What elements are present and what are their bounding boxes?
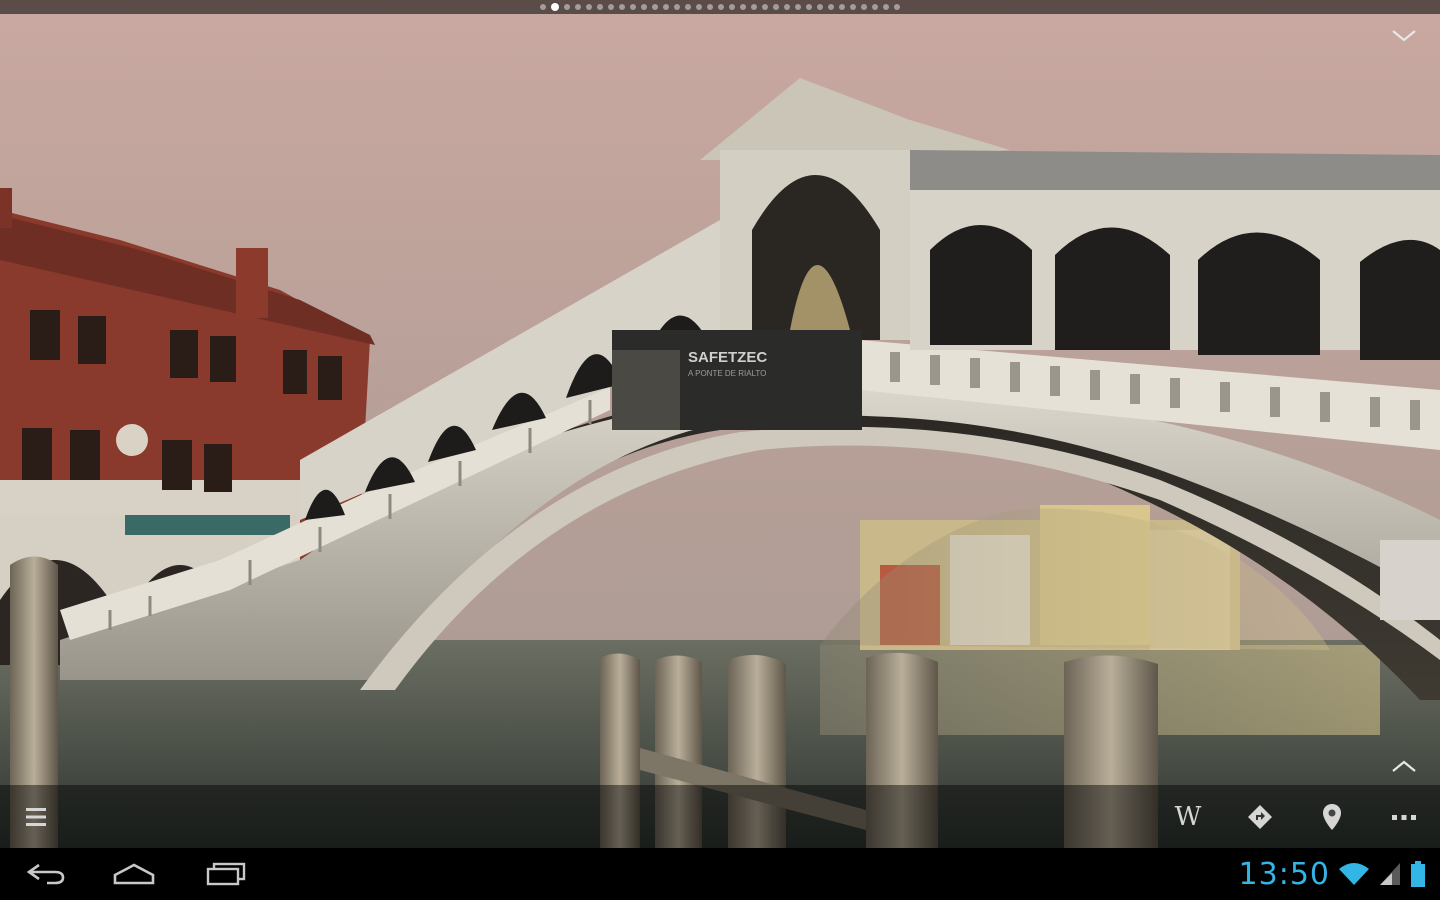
page-indicator-dot[interactable] bbox=[718, 4, 724, 10]
page-indicator-dot[interactable] bbox=[619, 4, 625, 10]
page-indicator-dot[interactable] bbox=[883, 4, 889, 10]
page-indicator-dot[interactable] bbox=[817, 4, 823, 10]
back-button[interactable] bbox=[18, 856, 74, 892]
chevron-down-icon bbox=[1392, 30, 1416, 42]
page-indicator bbox=[0, 0, 1440, 14]
location-button[interactable] bbox=[1310, 795, 1354, 839]
page-indicator-dot[interactable] bbox=[762, 4, 768, 10]
directions-icon bbox=[1248, 805, 1272, 829]
page-indicator-dot[interactable] bbox=[652, 4, 658, 10]
back-icon bbox=[26, 863, 65, 885]
page-indicator-dot[interactable] bbox=[839, 4, 845, 10]
battery-icon bbox=[1411, 861, 1425, 887]
overflow-icon bbox=[1392, 815, 1416, 820]
photo-canvas: SAFETZEC A PONTE DE RIALTO bbox=[0, 0, 1440, 848]
indicator-dots bbox=[540, 3, 900, 11]
page-indicator-dot[interactable] bbox=[586, 4, 592, 10]
directions-button[interactable] bbox=[1238, 795, 1282, 839]
page-indicator-dot[interactable] bbox=[740, 4, 746, 10]
page-indicator-dot[interactable] bbox=[575, 4, 581, 10]
clock: 13:50 bbox=[1238, 856, 1330, 892]
page-indicator-dot[interactable] bbox=[597, 4, 603, 10]
page-indicator-dot[interactable] bbox=[795, 4, 801, 10]
page-indicator-dot[interactable] bbox=[551, 3, 559, 11]
page-indicator-dot[interactable] bbox=[894, 4, 900, 10]
overflow-button[interactable] bbox=[1382, 795, 1426, 839]
home-button[interactable] bbox=[106, 856, 162, 892]
page-indicator-dot[interactable] bbox=[872, 4, 878, 10]
recents-icon bbox=[206, 862, 246, 886]
page-indicator-dot[interactable] bbox=[608, 4, 614, 10]
signal-icon bbox=[1380, 863, 1400, 885]
wikipedia-button[interactable]: W bbox=[1166, 795, 1210, 839]
page-indicator-dot[interactable] bbox=[696, 4, 702, 10]
page-indicator-dot[interactable] bbox=[707, 4, 713, 10]
wallpaper-viewer: SAFETZEC A PONTE DE RIALTO W 13:50 bbox=[0, 0, 1440, 900]
page-indicator-dot[interactable] bbox=[850, 4, 856, 10]
page-indicator-dot[interactable] bbox=[641, 4, 647, 10]
page-indicator-dot[interactable] bbox=[861, 4, 867, 10]
page-indicator-dot[interactable] bbox=[773, 4, 779, 10]
wifi-icon bbox=[1339, 863, 1369, 885]
collapse-button[interactable] bbox=[1388, 24, 1420, 48]
page-indicator-dot[interactable] bbox=[828, 4, 834, 10]
recents-button[interactable] bbox=[198, 856, 254, 892]
location-pin-icon bbox=[1323, 804, 1341, 830]
page-indicator-dot[interactable] bbox=[729, 4, 735, 10]
page-indicator-dot[interactable] bbox=[685, 4, 691, 10]
chevron-up-icon bbox=[1392, 760, 1416, 772]
banner-title: SAFETZEC bbox=[688, 349, 767, 366]
page-indicator-dot[interactable] bbox=[663, 4, 669, 10]
menu-icon bbox=[26, 808, 46, 826]
system-navigation-bar: 13:50 bbox=[0, 848, 1440, 900]
page-indicator-dot[interactable] bbox=[806, 4, 812, 10]
page-indicator-dot[interactable] bbox=[540, 4, 546, 10]
menu-button[interactable] bbox=[18, 799, 54, 835]
page-indicator-dot[interactable] bbox=[751, 4, 757, 10]
home-icon bbox=[113, 863, 155, 885]
page-indicator-dot[interactable] bbox=[674, 4, 680, 10]
photo-rialto-bridge[interactable]: SAFETZEC A PONTE DE RIALTO bbox=[0, 0, 1440, 848]
wikipedia-icon: W bbox=[1174, 802, 1202, 832]
app-toolbar: W bbox=[0, 785, 1440, 848]
status-area: 13:50 bbox=[1239, 852, 1426, 896]
page-indicator-dot[interactable] bbox=[630, 4, 636, 10]
page-indicator-dot[interactable] bbox=[784, 4, 790, 10]
banner-subtitle: A PONTE DE RIALTO bbox=[688, 369, 766, 378]
expand-button[interactable] bbox=[1388, 752, 1420, 780]
page-indicator-dot[interactable] bbox=[564, 4, 570, 10]
